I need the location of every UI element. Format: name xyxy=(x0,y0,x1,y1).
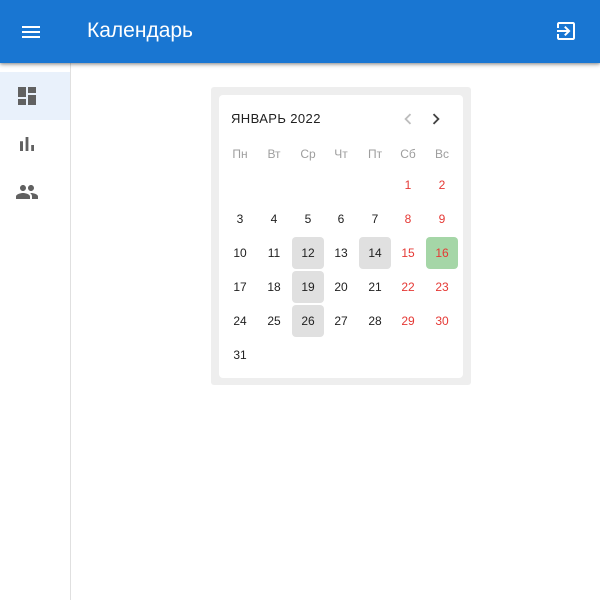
weekday-header: Сб xyxy=(400,147,416,161)
calendar-day[interactable]: 9 xyxy=(426,203,458,235)
calendar-day[interactable]: 22 xyxy=(392,271,424,303)
calendar-day[interactable]: 14 xyxy=(359,237,391,269)
bar-chart-icon xyxy=(20,137,34,151)
calendar-day[interactable]: 23 xyxy=(426,271,458,303)
prev-month-button[interactable] xyxy=(397,108,419,130)
calendar-day[interactable]: 25 xyxy=(258,305,290,337)
logout-icon xyxy=(557,22,575,40)
weekday-header: Ср xyxy=(300,147,316,161)
weekday-header: Пн xyxy=(232,147,248,161)
menu-icon xyxy=(22,26,40,38)
calendar-day[interactable]: 5 xyxy=(292,203,324,235)
weekday-header: Вт xyxy=(267,147,281,161)
calendar-day[interactable]: 31 xyxy=(224,339,256,371)
calendar-day[interactable]: 7 xyxy=(359,203,391,235)
logout-button[interactable] xyxy=(554,19,578,43)
calendar-day[interactable]: 26 xyxy=(292,305,324,337)
chevron-left-icon xyxy=(404,113,412,125)
dashboard-icon xyxy=(18,87,36,105)
calendar-day[interactable]: 10 xyxy=(224,237,256,269)
calendar-day[interactable]: 12 xyxy=(292,237,324,269)
calendar-day[interactable]: 21 xyxy=(359,271,391,303)
calendar-day[interactable]: 24 xyxy=(224,305,256,337)
calendar-day[interactable]: 3 xyxy=(224,203,256,235)
calendar-day[interactable]: 19 xyxy=(292,271,324,303)
weekday-header: Пт xyxy=(367,147,383,161)
calendar-day[interactable]: 18 xyxy=(258,271,290,303)
calendar-day[interactable]: 15 xyxy=(392,237,424,269)
people-icon xyxy=(16,185,38,199)
sidebar xyxy=(0,63,71,600)
chevron-right-icon xyxy=(432,113,440,125)
sidebar-item-people[interactable] xyxy=(0,168,70,216)
app-title: Календарь xyxy=(87,19,193,42)
weekday-header: Вс xyxy=(434,147,449,161)
calendar-day[interactable]: 2 xyxy=(426,169,458,201)
next-month-button[interactable] xyxy=(425,108,447,130)
sidebar-item-statistics[interactable] xyxy=(0,120,70,168)
calendar-day[interactable]: 16 xyxy=(426,237,458,269)
month-label: ЯНВАРЬ 2022 xyxy=(231,111,321,126)
calendar-day[interactable]: 6 xyxy=(325,203,357,235)
calendar-day[interactable]: 28 xyxy=(359,305,391,337)
calendar-day[interactable]: 30 xyxy=(426,305,458,337)
calendar-day[interactable]: 29 xyxy=(392,305,424,337)
calendar-day[interactable]: 11 xyxy=(258,237,290,269)
calendar-day[interactable]: 13 xyxy=(325,237,357,269)
sidebar-item-dashboard[interactable] xyxy=(0,72,70,120)
menu-button[interactable] xyxy=(19,20,43,44)
calendar-day[interactable]: 4 xyxy=(258,203,290,235)
calendar-day[interactable]: 17 xyxy=(224,271,256,303)
calendar-day[interactable]: 8 xyxy=(392,203,424,235)
calendar-day[interactable]: 1 xyxy=(392,169,424,201)
app-bar: Календарь xyxy=(0,0,600,63)
calendar-day[interactable]: 20 xyxy=(325,271,357,303)
calendar-day[interactable]: 27 xyxy=(325,305,357,337)
weekday-header: Чт xyxy=(334,147,348,161)
